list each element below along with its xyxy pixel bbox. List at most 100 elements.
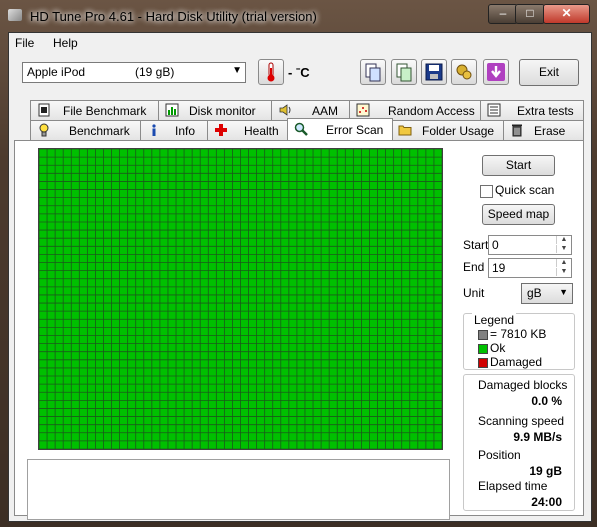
- chevron-down-icon: ▼: [232, 65, 242, 76]
- folder-icon: [398, 125, 412, 136]
- unit-select[interactable]: gB ▼: [521, 283, 573, 304]
- drive-name: Apple iPod: [27, 65, 86, 79]
- tab-label: Info: [175, 124, 196, 138]
- spin-down-icon[interactable]: ▼: [556, 268, 571, 276]
- menu-help[interactable]: Help: [53, 36, 78, 50]
- stats-panel: Damaged blocks 0.0 % Scanning speed 9.9 …: [463, 374, 575, 511]
- lightbulb-icon: [39, 123, 49, 137]
- thermometer-icon: [267, 62, 275, 82]
- tab-label: Erase: [534, 124, 566, 138]
- menu-file[interactable]: File: [15, 36, 34, 50]
- copy-screenshot-button[interactable]: [391, 59, 417, 85]
- scanning-speed-value: 9.9 MB/s: [513, 430, 562, 444]
- tab-label: File Benchmark: [63, 104, 147, 118]
- maximize-button[interactable]: □: [515, 4, 545, 24]
- options-button[interactable]: [451, 59, 477, 85]
- tab-label: Error Scan: [326, 123, 384, 137]
- title-bar[interactable]: HD Tune Pro 4.61 - Hard Disk Utility (tr…: [0, 0, 597, 32]
- extra-tests-icon: [487, 103, 501, 117]
- temperature-readout: - ˉC: [288, 65, 310, 80]
- tab-folder-usage[interactable]: Folder Usage: [391, 120, 505, 140]
- copy-green-icon: [396, 63, 412, 82]
- damaged-blocks-value: 0.0 %: [531, 394, 562, 408]
- start-scan-button[interactable]: Start: [482, 155, 555, 176]
- position-value: 19 gB: [529, 464, 562, 478]
- tab-extra-tests[interactable]: Extra tests: [480, 100, 584, 120]
- tabs-top-row: File Benchmark Disk monitor AAM Random A…: [14, 100, 584, 120]
- health-cross-icon: [215, 124, 227, 136]
- unit-value: gB: [527, 286, 542, 300]
- legend-ok-swatch: [478, 344, 488, 354]
- download-button[interactable]: [483, 59, 509, 85]
- tab-label: Disk monitor: [189, 104, 256, 118]
- legend-block-size: = 7810 KB: [490, 327, 547, 341]
- drive-select[interactable]: Apple iPod (19 gB) ▼: [22, 62, 246, 83]
- chevron-down-icon: ▼: [559, 287, 568, 297]
- error-scan-panel: Start Quick scan Speed map Start 0 ▲ ▼ E…: [14, 140, 584, 520]
- exit-button[interactable]: Exit: [519, 59, 579, 86]
- tab-file-benchmark[interactable]: File Benchmark: [30, 100, 160, 120]
- damaged-blocks-label: Damaged blocks: [478, 378, 568, 392]
- copy-icon: [365, 63, 381, 82]
- tab-erase[interactable]: Erase: [503, 120, 584, 140]
- end-label: End: [463, 260, 485, 274]
- legend-damaged-label: Damaged: [490, 355, 543, 369]
- unit-label: Unit: [463, 286, 485, 300]
- speaker-icon: [279, 104, 291, 116]
- gears-icon: [456, 64, 472, 80]
- spin-down-icon[interactable]: ▼: [556, 245, 571, 253]
- quick-scan-label: Quick scan: [495, 183, 555, 197]
- info-icon: [152, 124, 156, 136]
- random-access-icon: [356, 103, 370, 117]
- elapsed-time-value: 24:00: [531, 495, 562, 509]
- tab-disk-monitor[interactable]: Disk monitor: [158, 100, 273, 120]
- tab-benchmark[interactable]: Benchmark: [30, 120, 142, 140]
- magnifier-icon: [294, 122, 308, 136]
- tab-health[interactable]: Health: [207, 120, 289, 140]
- client-area: File Help Apple iPod (19 gB) ▼ - ˉC Exit…: [8, 32, 592, 522]
- tab-label: AAM: [312, 104, 339, 118]
- tab-random-access[interactable]: Random Access: [349, 100, 482, 120]
- legend-title: Legend: [472, 313, 517, 327]
- legend-damaged-swatch: [478, 358, 488, 368]
- scanning-speed-label: Scanning speed: [478, 414, 565, 428]
- tab-info[interactable]: Info: [140, 120, 209, 140]
- tab-error-scan[interactable]: Error Scan: [287, 118, 393, 140]
- drive-size: (19 gB): [135, 65, 175, 79]
- floppy-disk-icon: [425, 63, 443, 81]
- spin-up-icon[interactable]: ▲: [556, 236, 571, 244]
- quick-scan-checkbox[interactable]: [480, 185, 493, 198]
- start-position-stepper[interactable]: 0 ▲ ▼: [488, 235, 572, 255]
- block-map: [38, 148, 443, 450]
- app-icon: [8, 9, 22, 21]
- trash-icon: [512, 124, 522, 137]
- save-button[interactable]: [421, 59, 447, 85]
- tab-label: Random Access: [388, 104, 475, 118]
- end-position-stepper[interactable]: 19 ▲ ▼: [488, 258, 572, 278]
- file-benchmark-icon: [38, 103, 50, 117]
- toolbar: Apple iPod (19 gB) ▼ - ˉC Exit: [9, 53, 591, 95]
- start-label: Start: [463, 238, 489, 252]
- start-position-value: 0: [492, 238, 499, 252]
- minimize-button[interactable]: –: [488, 4, 518, 24]
- close-button[interactable]: ✕: [543, 4, 590, 24]
- temperature-button[interactable]: [258, 59, 284, 85]
- copy-info-button[interactable]: [360, 59, 386, 85]
- menu-bar: File Help: [9, 33, 591, 53]
- tab-aam[interactable]: AAM: [271, 100, 351, 120]
- spin-up-icon[interactable]: ▲: [556, 259, 571, 267]
- block-map-grid: [39, 149, 442, 449]
- speed-map-button[interactable]: Speed map: [482, 204, 555, 225]
- elapsed-time-label: Elapsed time: [478, 479, 548, 493]
- tabs-bottom-row: Benchmark Info Health Error Scan Folder …: [14, 118, 584, 140]
- tab-label: Health: [244, 124, 279, 138]
- tab-label: Extra tests: [517, 104, 574, 118]
- legend-ok-label: Ok: [490, 341, 506, 355]
- tab-label: Benchmark: [69, 124, 130, 138]
- download-arrow-icon: [487, 63, 505, 81]
- disk-monitor-icon: [165, 103, 179, 117]
- end-position-value: 19: [492, 261, 506, 275]
- legend-group: Legend = 7810 KB Ok Damaged: [463, 313, 575, 370]
- app-window: HD Tune Pro 4.61 - Hard Disk Utility (tr…: [0, 0, 597, 527]
- legend-block-swatch: [478, 330, 488, 340]
